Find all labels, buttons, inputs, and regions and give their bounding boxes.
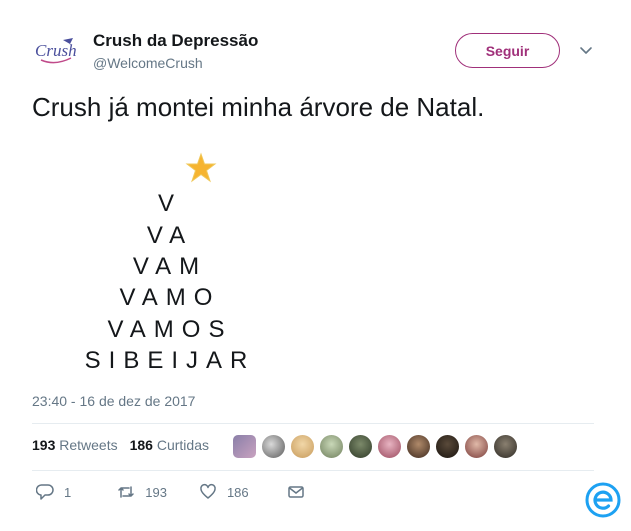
reply-count: 1 [64,484,72,500]
tweet-actions: 1 193 186 [36,483,305,501]
display-name[interactable]: Crush da Depressão [93,31,258,51]
tree-line-4: VAMO [119,284,221,311]
likes-count: 186 [129,437,153,453]
tree-line-1: V [157,190,182,217]
tweet-text: Crush já montei minha árvore de Natal. [32,92,485,122]
direct-message-button[interactable] [287,483,305,501]
like-button[interactable]: 186 [199,483,249,501]
retweet-icon [118,486,134,498]
christmas-tree-text: V VA VAM VAMO VAMOS SIBEIJAR [32,150,312,380]
retweet-count: 193 [145,484,167,500]
liker-avatar[interactable] [493,434,518,459]
tweet-stats: 193 Retweets 186 Curtidas [32,437,209,453]
chevron-down-icon[interactable] [578,42,594,58]
liker-avatar[interactable] [348,434,373,459]
divider [32,423,594,424]
liker-avatar[interactable] [464,434,489,459]
tree-line-3: VAM [132,253,208,280]
likes-label: Curtidas [156,437,209,453]
retweets-label: Retweets [59,437,118,453]
liker-avatar[interactable] [290,434,315,459]
liker-avatar[interactable] [377,434,402,459]
tree-line-5: VAMOS [107,316,233,343]
liker-avatar[interactable] [406,434,431,459]
retweets-count: 193 [32,437,56,453]
tree-line-6: SIBEIJAR [84,347,256,374]
likers-avatars [232,434,518,459]
reply-icon [36,484,54,500]
heart-icon [200,483,216,499]
crush-logo-icon: Crush [35,38,77,64]
follow-button[interactable]: Seguir [455,33,560,68]
retweet-button[interactable]: 193 [117,483,167,501]
envelope-icon [287,486,304,498]
user-handle[interactable]: @WelcomeCrush [93,55,203,71]
liker-avatar[interactable] [435,434,460,459]
svg-text:Crush: Crush [35,41,77,60]
reply-button[interactable]: 1 [36,483,71,501]
brand-logo-icon [585,482,621,518]
like-count: 186 [226,484,249,500]
liker-avatar[interactable] [261,434,286,459]
tweet-timestamp[interactable]: 23:40 - 16 de dez de 2017 [32,393,195,409]
divider [32,470,594,471]
avatar[interactable]: Crush [32,32,80,72]
tree-line-2: VA [146,222,194,249]
liker-avatar[interactable] [232,434,257,459]
star-icon [185,152,217,183]
liker-avatar[interactable] [319,434,344,459]
likes-stat[interactable]: 186 Curtidas [130,437,209,453]
retweets-stat[interactable]: 193 Retweets [32,437,118,453]
